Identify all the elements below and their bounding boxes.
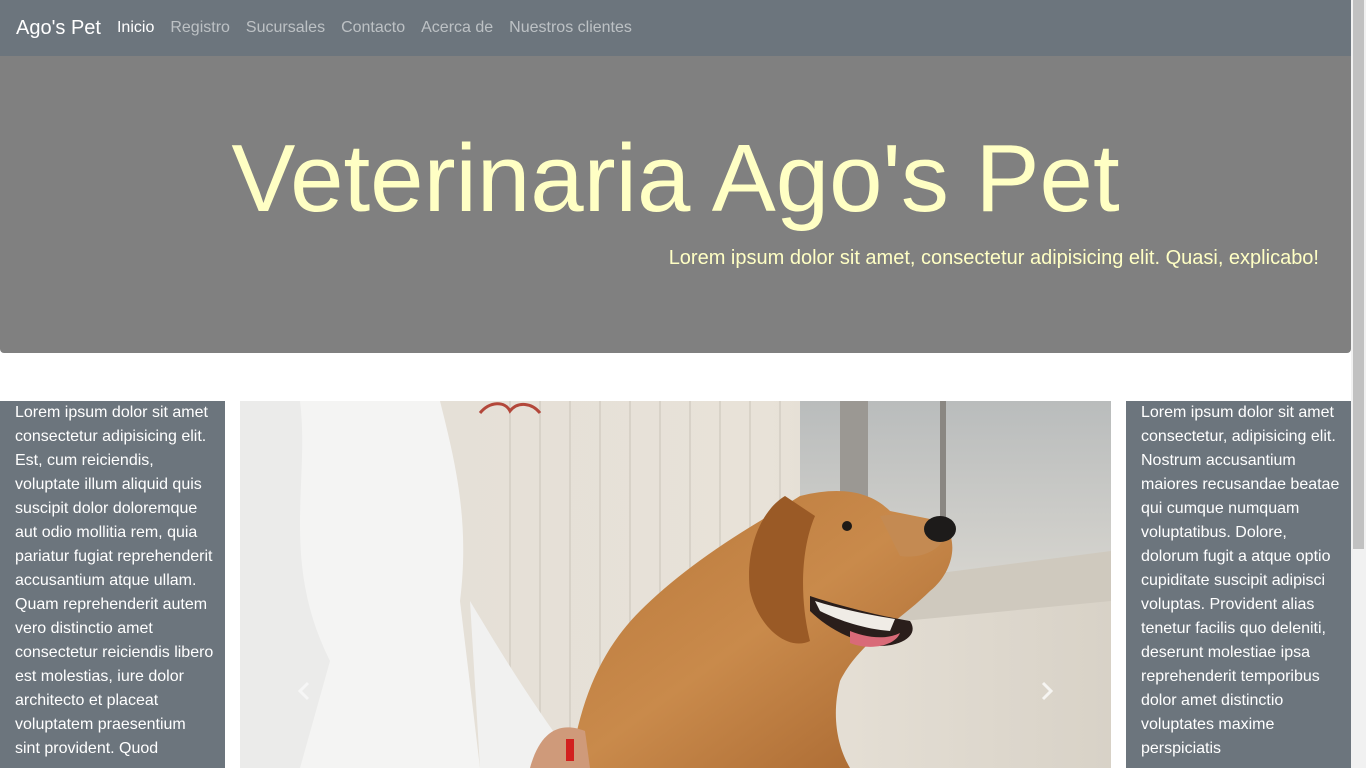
nav-item-sucursales[interactable]: Sucursales xyxy=(238,16,333,40)
hero-title: Veterinaria Ago's Pet xyxy=(231,125,1120,232)
hero-jumbotron: Veterinaria Ago's Pet Lorem ipsum dolor … xyxy=(0,56,1351,353)
nav-item-registro[interactable]: Registro xyxy=(162,16,238,40)
image-carousel xyxy=(240,401,1111,768)
nav-item-contacto[interactable]: Contacto xyxy=(333,16,413,40)
dog-at-veterinary-image xyxy=(240,401,1111,768)
chevron-right-icon xyxy=(1041,681,1054,701)
navbar-brand[interactable]: Ago's Pet xyxy=(16,13,101,43)
scrollbar-thumb[interactable] xyxy=(1353,0,1364,549)
left-text-panel: Lorem ipsum dolor sit amet consectetur a… xyxy=(0,401,225,768)
top-navbar: Ago's Pet Inicio Registro Sucursales Con… xyxy=(0,0,1351,56)
left-panel-text: Lorem ipsum dolor sit amet consectetur a… xyxy=(15,404,214,757)
nav-item-acerca-de[interactable]: Acerca de xyxy=(413,16,501,40)
chevron-left-icon xyxy=(297,681,310,701)
nav-item-inicio[interactable]: Inicio xyxy=(109,16,162,40)
right-panel-text: Lorem ipsum dolor sit amet consectetur, … xyxy=(1141,404,1340,757)
hero-subtitle: Lorem ipsum dolor sit amet, consectetur … xyxy=(668,247,1319,269)
right-text-panel: Lorem ipsum dolor sit amet consectetur, … xyxy=(1126,401,1351,768)
nav-item-nuestros-clientes[interactable]: Nuestros clientes xyxy=(501,16,640,40)
carousel-next-button[interactable] xyxy=(1031,671,1061,711)
carousel-prev-button[interactable] xyxy=(290,671,320,711)
page-scrollbar[interactable] xyxy=(1351,0,1366,768)
